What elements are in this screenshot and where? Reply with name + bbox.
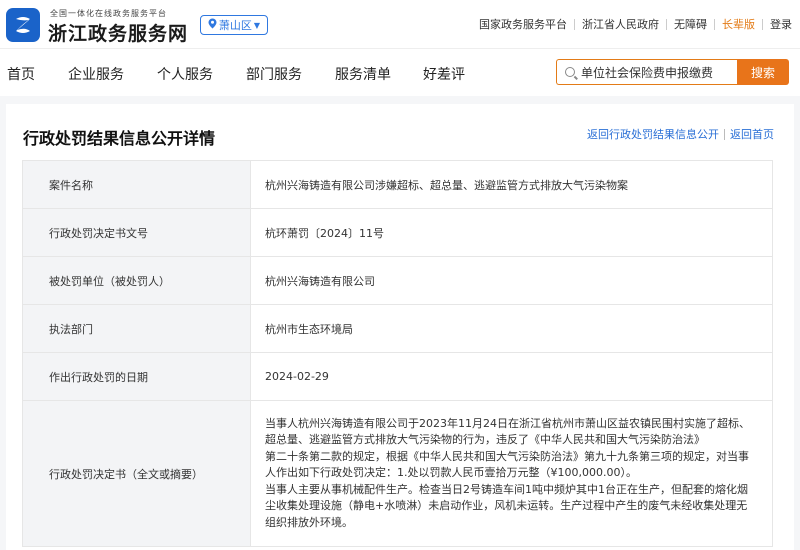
back-to-list-link[interactable]: 返回行政处罚结果信息公开 [587, 126, 719, 142]
table-row: 被处罚单位（被处罚人） 杭州兴海铸造有限公司 [23, 257, 772, 305]
divider [574, 18, 575, 30]
full-text-paragraph: 第二十条第二款的规定，根据《中华人民共和国大气污染防治法》第九十九条第三项的规定… [265, 449, 749, 480]
platform-subtitle: 全国一体化在线政务服务平台 [50, 9, 167, 18]
row-value: 杭州市生态环境局 [265, 322, 353, 336]
table-row: 执法部门 杭州市生态环境局 [23, 305, 772, 353]
divider [724, 128, 725, 140]
table-row: 案件名称 杭州兴海铸造有限公司涉嫌超标、超总量、逃避监管方式排放大气污染物案 [23, 161, 772, 209]
main-nav: 首页 企业服务 个人服务 部门服务 服务清单 好差评 搜索 [0, 48, 800, 96]
row-label: 执法部门 [23, 305, 251, 352]
site-title[interactable]: 浙江政务服务网 [48, 19, 188, 46]
region-label: 萧山区 [218, 19, 252, 32]
row-label: 行政处罚决定书文号 [23, 209, 251, 256]
full-text-paragraph: 当事人主要从事机械配件生产。检查当日2号铸造车间1吨中频炉其中1台正在生产，但配… [265, 482, 748, 529]
link-login[interactable]: 登录 [770, 16, 792, 32]
row-value: 2024-02-29 [265, 370, 329, 383]
link-provincial-gov[interactable]: 浙江省人民政府 [582, 16, 659, 32]
row-label: 案件名称 [23, 161, 251, 208]
row-value: 杭州兴海铸造有限公司 [265, 274, 375, 288]
page-title: 行政处罚结果信息公开详情 [23, 129, 216, 148]
nav-service-list[interactable]: 服务清单 [335, 64, 391, 84]
link-elder-version[interactable]: 长辈版 [722, 16, 755, 32]
divider [714, 18, 715, 30]
row-value: 杭州兴海铸造有限公司涉嫌超标、超总量、逃避监管方式排放大气污染物案 [265, 178, 628, 192]
table-row: 行政处罚决定书文号 杭环萧罚〔2024〕11号 [23, 209, 772, 257]
nav-enterprise[interactable]: 企业服务 [68, 64, 124, 84]
search-button[interactable]: 搜索 [737, 59, 789, 85]
full-text-paragraph: 当事人杭州兴海铸造有限公司于2023年11月24日在浙江省杭州市萧山区益农镇民围… [265, 416, 750, 447]
top-links: 国家政务服务平台 浙江省人民政府 无障碍 长辈版 登录 [479, 16, 792, 32]
table-row: 作出行政处罚的日期 2024-02-29 [23, 353, 772, 401]
row-label: 行政处罚决定书（全文或摘要） [23, 401, 251, 546]
search-icon [565, 67, 575, 77]
divider [666, 18, 667, 30]
logo-mark-icon [16, 17, 30, 33]
search-box [556, 59, 738, 85]
zhe-logo-icon[interactable] [6, 8, 40, 42]
detail-table: 案件名称 杭州兴海铸造有限公司涉嫌超标、超总量、逃避监管方式排放大气污染物案 行… [22, 160, 773, 547]
row-value: 杭环萧罚〔2024〕11号 [265, 226, 384, 240]
link-accessibility[interactable]: 无障碍 [674, 16, 707, 32]
search-input[interactable] [581, 65, 731, 79]
location-pin-icon [208, 18, 217, 32]
nav-home[interactable]: 首页 [7, 64, 35, 84]
top-bar: 全国一体化在线政务服务平台 浙江政务服务网 萧山区 ▼ 国家政务服务平台 浙江省… [0, 0, 800, 48]
back-home-link[interactable]: 返回首页 [730, 126, 774, 142]
full-text-value: 当事人杭州兴海铸造有限公司于2023年11月24日在浙江省杭州市萧山区益农镇民围… [251, 401, 772, 546]
row-label: 被处罚单位（被处罚人） [23, 257, 251, 304]
table-row: 行政处罚决定书（全文或摘要） 当事人杭州兴海铸造有限公司于2023年11月24日… [23, 401, 772, 547]
detail-card: 行政处罚结果信息公开详情 返回行政处罚结果信息公开 返回首页 案件名称 杭州兴海… [6, 104, 794, 550]
link-national-platform[interactable]: 国家政务服务平台 [479, 16, 567, 32]
region-selector[interactable]: 萧山区 ▼ [200, 15, 268, 35]
nav-personal[interactable]: 个人服务 [157, 64, 213, 84]
nav-feedback[interactable]: 好差评 [423, 64, 465, 84]
chevron-down-icon: ▼ [253, 20, 261, 30]
card-links: 返回行政处罚结果信息公开 返回首页 [587, 126, 774, 142]
row-label: 作出行政处罚的日期 [23, 353, 251, 400]
divider [762, 18, 763, 30]
nav-department[interactable]: 部门服务 [246, 64, 302, 84]
